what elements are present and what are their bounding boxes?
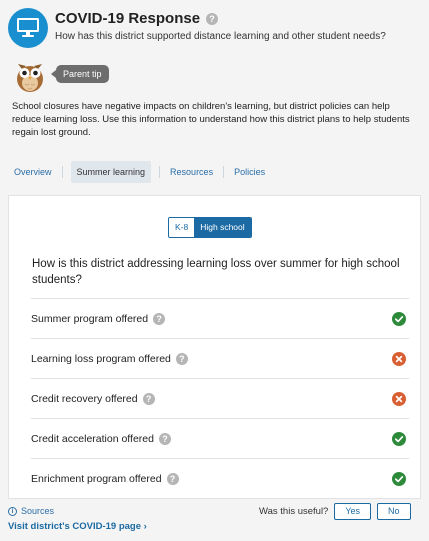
page-subtitle: How has this district supported distance…	[55, 31, 386, 42]
owl-icon	[17, 64, 43, 92]
program-label: Credit recovery offered	[31, 392, 138, 405]
list-item: Credit acceleration offered ?	[31, 418, 409, 458]
help-icon[interactable]: ?	[175, 352, 188, 365]
parent-tip: Parent tip	[12, 58, 212, 94]
tab-overview[interactable]: Overview	[12, 161, 54, 183]
high-school-option[interactable]: High school	[194, 218, 251, 237]
computer-monitor-icon	[8, 8, 48, 48]
school-level-toggle: K-8 High school	[168, 217, 252, 238]
program-list: Summer program offered ? Learning loss p…	[31, 298, 409, 498]
parent-tip-label: Parent tip	[51, 65, 109, 83]
help-icon[interactable]: ?	[158, 432, 171, 445]
check-icon	[392, 432, 406, 446]
help-icon[interactable]: ?	[153, 312, 166, 325]
chevron-right-icon: ›	[143, 521, 147, 532]
summer-learning-panel: K-8 High school How is this district add…	[8, 195, 421, 499]
tab-summer-learning[interactable]: Summer learning	[70, 161, 152, 183]
help-icon[interactable]: ?	[206, 12, 219, 25]
check-icon	[392, 312, 406, 326]
program-label: Learning loss program offered	[31, 352, 171, 365]
sources-link[interactable]: i Sources	[8, 505, 147, 517]
program-label: Summer program offered	[31, 312, 149, 325]
tab-divider	[61, 166, 63, 178]
section-header: COVID-19 Response ? How has this distric…	[8, 8, 421, 50]
tab-resources[interactable]: Resources	[168, 161, 215, 183]
k8-option[interactable]: K-8	[169, 218, 195, 237]
page-title: COVID-19 Response	[55, 10, 201, 27]
tab-policies[interactable]: Policies	[232, 161, 267, 183]
info-icon: i	[8, 506, 17, 516]
help-icon[interactable]: ?	[166, 472, 179, 485]
tab-divider	[159, 166, 161, 178]
tab-divider	[223, 166, 225, 178]
visit-district-link[interactable]: Visit district's COVID-19 page ›	[8, 521, 147, 532]
visit-label: Visit district's COVID-19 page	[8, 521, 142, 532]
list-item: Summer program offered ?	[31, 298, 409, 338]
program-label: Credit acceleration offered	[31, 432, 154, 445]
section-tabs: Overview Summer learning Resources Polic…	[12, 161, 267, 183]
help-icon[interactable]: ?	[142, 392, 155, 405]
sources-label: Sources	[21, 506, 55, 516]
no-button[interactable]: No	[377, 502, 411, 520]
program-label: Enrichment program offered	[31, 472, 162, 485]
list-item: Credit recovery offered ?	[31, 378, 409, 418]
x-icon	[392, 392, 406, 406]
list-item: Learning loss program offered ?	[31, 338, 409, 378]
check-icon	[392, 472, 406, 486]
list-item: Enrichment program offered ?	[31, 458, 409, 498]
feedback-question: Was this useful?	[259, 505, 329, 517]
footer-links: i Sources Visit district's COVID-19 page…	[8, 505, 147, 532]
tip-description: School closures have negative impacts on…	[12, 101, 410, 138]
yes-button[interactable]: Yes	[334, 502, 372, 520]
panel-question: How is this district addressing learning…	[32, 258, 400, 286]
feedback-bar: Was this useful? Yes No	[259, 502, 411, 520]
x-icon	[392, 352, 406, 366]
